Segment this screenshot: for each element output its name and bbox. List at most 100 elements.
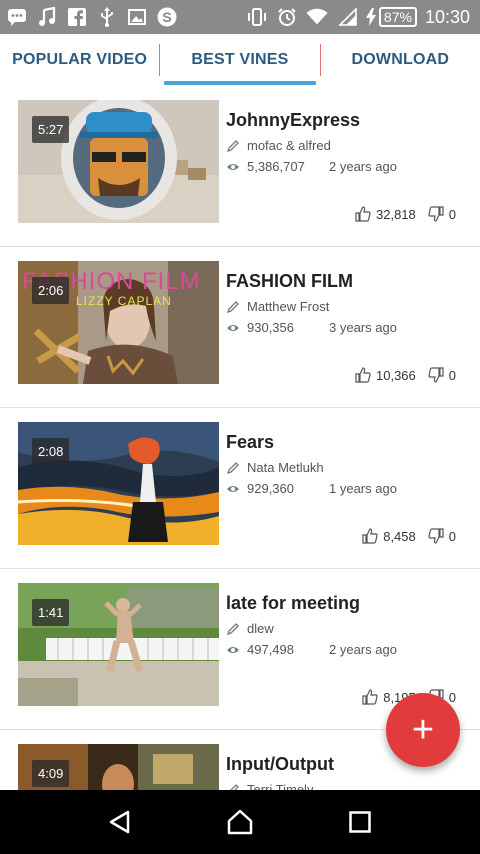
view-count: 497,498 bbox=[247, 642, 294, 657]
author-row: mofac & alfred bbox=[226, 138, 331, 153]
add-button[interactable]: + bbox=[386, 693, 460, 767]
vote-row: 32,818 0 bbox=[355, 206, 456, 222]
video-card[interactable]: 2:08 Fears Nata Metlukh 929,360 1 years … bbox=[0, 408, 480, 569]
upload-age: 2 years ago bbox=[329, 642, 397, 657]
video-thumbnail[interactable]: 5:27 bbox=[18, 100, 219, 223]
video-list[interactable]: 5:27 JohnnyExpress mofac & alfred 5,386,… bbox=[0, 86, 480, 790]
dislike-count: 0 bbox=[448, 689, 456, 705]
tab-label: DOWNLOAD bbox=[351, 51, 450, 68]
thumbs-up-icon[interactable] bbox=[355, 206, 371, 222]
tab-label: BEST VINES bbox=[191, 51, 289, 68]
views-row: 497,498 2 years ago bbox=[226, 642, 397, 657]
view-count: 5,386,707 bbox=[247, 159, 305, 174]
thumb-subtitle-text: LIZZY CAPLAN bbox=[76, 294, 172, 308]
dislike-count: 0 bbox=[448, 528, 456, 544]
video-author: dlew bbox=[247, 621, 274, 636]
usb-icon bbox=[96, 6, 118, 28]
video-author: Nata Metlukh bbox=[247, 460, 324, 475]
dislike-count: 0 bbox=[448, 206, 456, 222]
upload-age: 2 years ago bbox=[329, 159, 397, 174]
vibrate-icon bbox=[246, 6, 268, 28]
eye-icon bbox=[226, 160, 240, 174]
author-row: Nata Metlukh bbox=[226, 460, 324, 475]
upload-age: 3 years ago bbox=[329, 320, 397, 335]
thumbs-down-icon[interactable] bbox=[428, 528, 444, 544]
clock: 10:30 bbox=[424, 6, 470, 27]
video-thumbnail[interactable]: 4:09 bbox=[18, 744, 219, 790]
thumbs-down-icon[interactable] bbox=[428, 367, 444, 383]
tab-label: POPULAR VIDEO bbox=[12, 51, 148, 68]
upload-age: 1 years ago bbox=[329, 481, 397, 496]
video-author: mofac & alfred bbox=[247, 138, 331, 153]
video-card[interactable]: 5:27 JohnnyExpress mofac & alfred 5,386,… bbox=[0, 86, 480, 247]
like-count: 32,818 bbox=[376, 206, 416, 222]
video-author: Terri Timely bbox=[247, 782, 314, 790]
back-button[interactable] bbox=[100, 802, 140, 842]
video-title[interactable]: JohnnyExpress bbox=[226, 110, 360, 131]
thumbs-up-icon[interactable] bbox=[362, 528, 378, 544]
signal-icon bbox=[336, 6, 358, 28]
pencil-icon bbox=[226, 139, 240, 153]
vote-row: 10,366 0 bbox=[355, 367, 456, 383]
wifi-icon bbox=[306, 6, 328, 28]
duration-badge: 5:27 bbox=[32, 116, 70, 143]
add-icon: + bbox=[411, 708, 435, 751]
video-title[interactable]: Fears bbox=[226, 432, 274, 453]
author-row: Terri Timely bbox=[226, 782, 313, 790]
video-author: Matthew Frost bbox=[247, 299, 330, 314]
author-row: Matthew Frost bbox=[226, 299, 329, 314]
vote-row: 8,458 0 bbox=[362, 528, 456, 544]
view-count: 929,360 bbox=[247, 481, 294, 496]
home-icon bbox=[227, 809, 253, 835]
eye-icon bbox=[226, 643, 240, 657]
facebook-icon bbox=[66, 6, 88, 28]
tab-best-vines[interactable]: BEST VINES bbox=[160, 34, 319, 86]
pencil-icon bbox=[226, 783, 240, 790]
tab-popular-video[interactable]: POPULAR VIDEO bbox=[0, 34, 159, 86]
navigation-bar bbox=[0, 790, 480, 854]
back-icon bbox=[109, 810, 130, 834]
views-row: 930,356 3 years ago bbox=[226, 320, 397, 335]
duration-badge: 2:08 bbox=[32, 438, 70, 465]
duration-badge: 4:09 bbox=[32, 760, 70, 787]
views-row: 5,386,707 2 years ago bbox=[226, 159, 397, 174]
pencil-icon bbox=[226, 300, 240, 314]
image-icon bbox=[126, 6, 148, 28]
battery-level: 87% bbox=[378, 7, 417, 27]
thumbs-up-icon[interactable] bbox=[362, 689, 378, 705]
pencil-icon bbox=[226, 622, 240, 636]
like-count: 8,458 bbox=[383, 528, 416, 544]
charging-icon bbox=[365, 8, 376, 26]
view-count: 930,356 bbox=[247, 320, 294, 335]
battery-icon: 87% bbox=[365, 7, 417, 27]
home-button[interactable] bbox=[220, 802, 260, 842]
video-thumbnail[interactable]: 1:41 bbox=[18, 583, 219, 706]
recents-button[interactable] bbox=[340, 802, 380, 842]
video-title[interactable]: Input/Output bbox=[226, 754, 334, 775]
pencil-icon bbox=[226, 461, 240, 475]
video-thumbnail[interactable]: 2:08 bbox=[18, 422, 219, 545]
status-bar: S 87% 10:30 bbox=[0, 0, 480, 34]
tab-bar: POPULAR VIDEO BEST VINES DOWNLOAD bbox=[0, 34, 480, 86]
dislike-count: 0 bbox=[448, 367, 456, 383]
like-count: 10,366 bbox=[376, 367, 416, 383]
svg-text:S: S bbox=[162, 9, 171, 25]
tab-download[interactable]: DOWNLOAD bbox=[321, 34, 480, 86]
author-row: dlew bbox=[226, 621, 274, 636]
video-title[interactable]: late for meeting bbox=[226, 593, 360, 614]
alarm-icon bbox=[276, 6, 298, 28]
video-thumbnail[interactable]: FASHION FILM LIZZY CAPLAN 2:06 bbox=[18, 261, 219, 384]
music-icon bbox=[36, 6, 58, 28]
chat-icon bbox=[6, 6, 28, 28]
eye-icon bbox=[226, 482, 240, 496]
views-row: 929,360 1 years ago bbox=[226, 481, 397, 496]
duration-badge: 1:41 bbox=[32, 599, 70, 626]
skype-icon: S bbox=[156, 6, 178, 28]
thumbs-up-icon[interactable] bbox=[355, 367, 371, 383]
video-title[interactable]: FASHION FILM bbox=[226, 271, 353, 292]
recents-icon bbox=[349, 811, 371, 833]
video-card[interactable]: FASHION FILM LIZZY CAPLAN 2:06 FASHION F… bbox=[0, 247, 480, 408]
duration-badge: 2:06 bbox=[32, 277, 70, 304]
eye-icon bbox=[226, 321, 240, 335]
thumbs-down-icon[interactable] bbox=[428, 206, 444, 222]
